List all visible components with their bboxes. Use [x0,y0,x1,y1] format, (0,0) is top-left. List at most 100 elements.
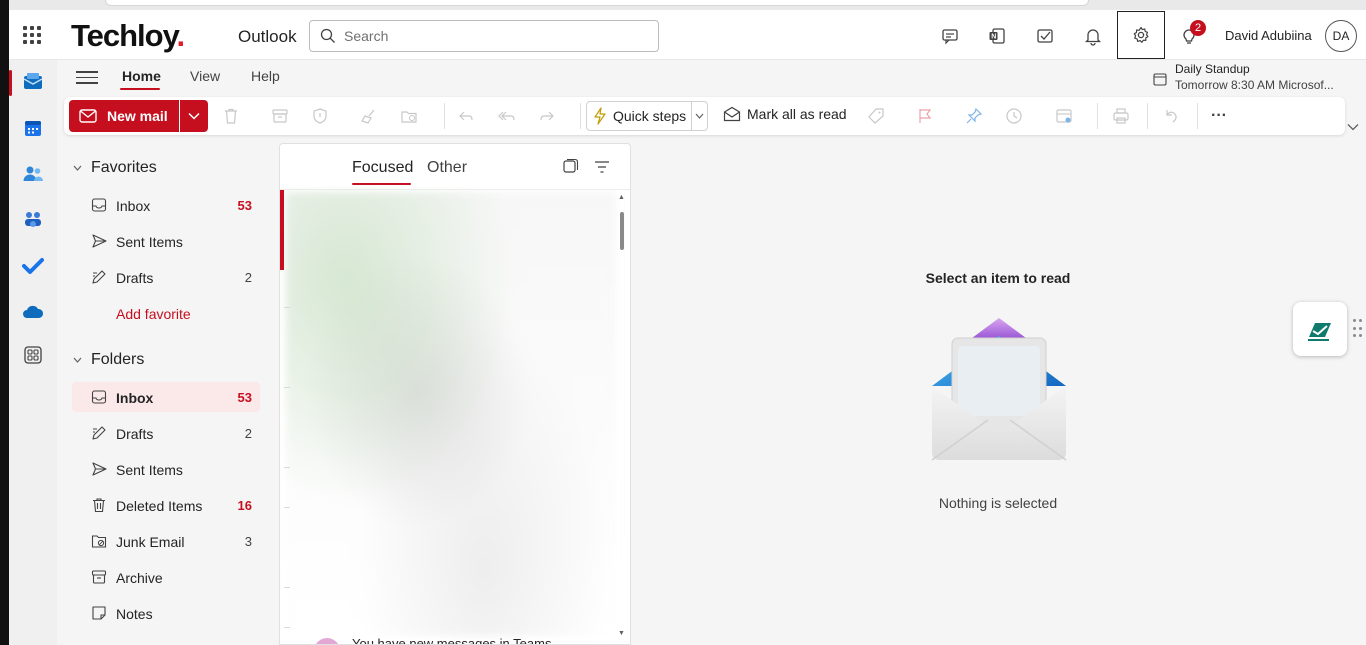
favorite-inbox[interactable]: Inbox 53 [72,190,260,220]
tab-view[interactable]: View [190,68,220,84]
undo-icon[interactable] [1161,106,1181,126]
folder-archive[interactable]: Archive [72,562,260,592]
message-list-tabs: Focused Other [280,144,630,190]
rail-calendar[interactable] [9,108,57,148]
chevron-down-icon [73,165,82,171]
archive-icon[interactable] [270,106,290,126]
shield-icon[interactable] [310,106,330,126]
rail-more-apps[interactable] [9,335,57,375]
print-icon[interactable] [1111,106,1131,126]
app-launcher-icon[interactable] [23,26,41,44]
folder-drafts[interactable]: Drafts 2 [72,418,260,448]
todo-icon[interactable] [1032,23,1058,49]
filter-icon[interactable] [593,158,611,176]
move-to-folder-icon[interactable] [399,106,419,126]
avatar[interactable]: DA [1325,20,1357,52]
tag-icon[interactable] [866,106,886,126]
junk-folder-icon [91,535,107,548]
bell-icon[interactable] [1080,23,1106,49]
clock-icon[interactable] [1004,106,1024,126]
search-icon [320,28,335,43]
quick-steps-dropdown[interactable] [691,102,707,130]
teams-icon [25,212,41,227]
favorite-sent-items[interactable]: Sent Items [72,226,260,256]
rail-teams[interactable] [9,200,57,240]
chat-icon[interactable] [937,23,963,49]
reminder-title: Daily Standup [1175,62,1250,76]
rail-todo[interactable] [9,246,57,286]
empty-envelope-illustration [931,318,1067,461]
rules-icon[interactable] [1054,106,1074,126]
settings-button[interactable] [1117,11,1165,59]
ribbon-toolbar: New mail Quick steps Mark all as read ··… [64,97,1345,135]
gear-icon [1133,26,1149,43]
tab-focused[interactable]: Focused [352,159,413,177]
reminder-detail: Tomorrow 8:30 AM Microsof... [1175,78,1334,92]
reply-icon[interactable] [456,106,476,126]
onenote-icon[interactable]: N [984,23,1010,49]
calendar-small-icon [1153,73,1167,86]
rail-people[interactable] [9,154,57,194]
new-mail-dropdown[interactable] [180,100,208,132]
favorite-drafts[interactable]: Drafts 2 [72,262,260,292]
app-rail [9,60,57,645]
search-input[interactable] [344,28,644,44]
svg-text:N: N [991,34,996,41]
tab-home[interactable]: Home [122,68,161,84]
chevron-down-icon [695,113,704,119]
window-edge [0,0,9,645]
scroll-up-arrow[interactable]: ▲ [618,194,625,201]
send-icon [92,234,107,248]
chevron-down-icon [188,112,200,120]
brand-logo[interactable]: Techloy. [71,18,185,54]
more-apps-icon [24,346,42,364]
inbox-icon [91,198,107,212]
blurred-message-previews[interactable] [286,192,616,636]
scroll-down-arrow[interactable]: ▼ [618,630,625,637]
folder-inbox[interactable]: Inbox 53 [72,382,260,412]
reply-all-icon[interactable] [497,106,517,126]
rail-mail[interactable] [9,62,57,102]
folder-sent-items[interactable]: Sent Items [72,454,260,484]
more-options-icon[interactable]: ··· [1209,106,1229,126]
pin-icon[interactable] [964,106,984,126]
lightning-icon [594,107,606,125]
chevron-down-icon [73,357,82,363]
hamburger-menu-icon[interactable] [76,68,98,86]
folder-junk-email[interactable]: Junk Email 3 [72,526,260,556]
folders-header[interactable]: Folders [73,351,144,369]
note-icon [92,606,106,620]
quick-steps-button[interactable]: Quick steps [586,101,708,131]
drag-handle[interactable] [1353,319,1363,339]
mail-outline-icon [79,109,97,123]
favorites-header[interactable]: Favorites [73,159,157,177]
folder-pane: Favorites Inbox 53 Sent Items Drafts 2 A… [57,145,273,645]
addin-icon [1308,323,1331,341]
message-preview-subject[interactable]: You have new messages in Teams [352,636,551,644]
flag-icon[interactable] [915,106,935,126]
tab-other[interactable]: Other [427,159,467,177]
folder-deleted-items[interactable]: Deleted Items 16 [72,490,260,520]
trash-icon [93,498,105,513]
selected-message-indicator [280,190,284,270]
forward-icon[interactable] [537,106,557,126]
ribbon-expand-icon[interactable] [1347,118,1361,132]
tab-help[interactable]: Help [251,68,280,84]
add-favorite-link[interactable]: Add favorite [116,306,191,322]
mark-all-read-button[interactable]: Mark all as read [723,106,847,122]
folder-notes[interactable]: Notes [72,598,260,628]
message-list-scrollbar[interactable] [620,212,624,250]
new-mail-button[interactable]: New mail [69,100,179,132]
calendar-icon [25,121,41,136]
pencil-icon [92,270,106,284]
user-name[interactable]: David Adubiina [1225,28,1312,43]
delete-icon[interactable] [221,106,241,126]
send-icon [92,462,107,476]
select-mode-icon[interactable] [561,158,579,176]
people-icon [23,166,43,181]
rail-onedrive[interactable] [9,292,57,332]
floating-addin-button[interactable] [1293,302,1347,356]
search-box[interactable] [309,20,659,52]
sweep-icon[interactable] [359,106,379,126]
onedrive-icon [23,305,44,318]
